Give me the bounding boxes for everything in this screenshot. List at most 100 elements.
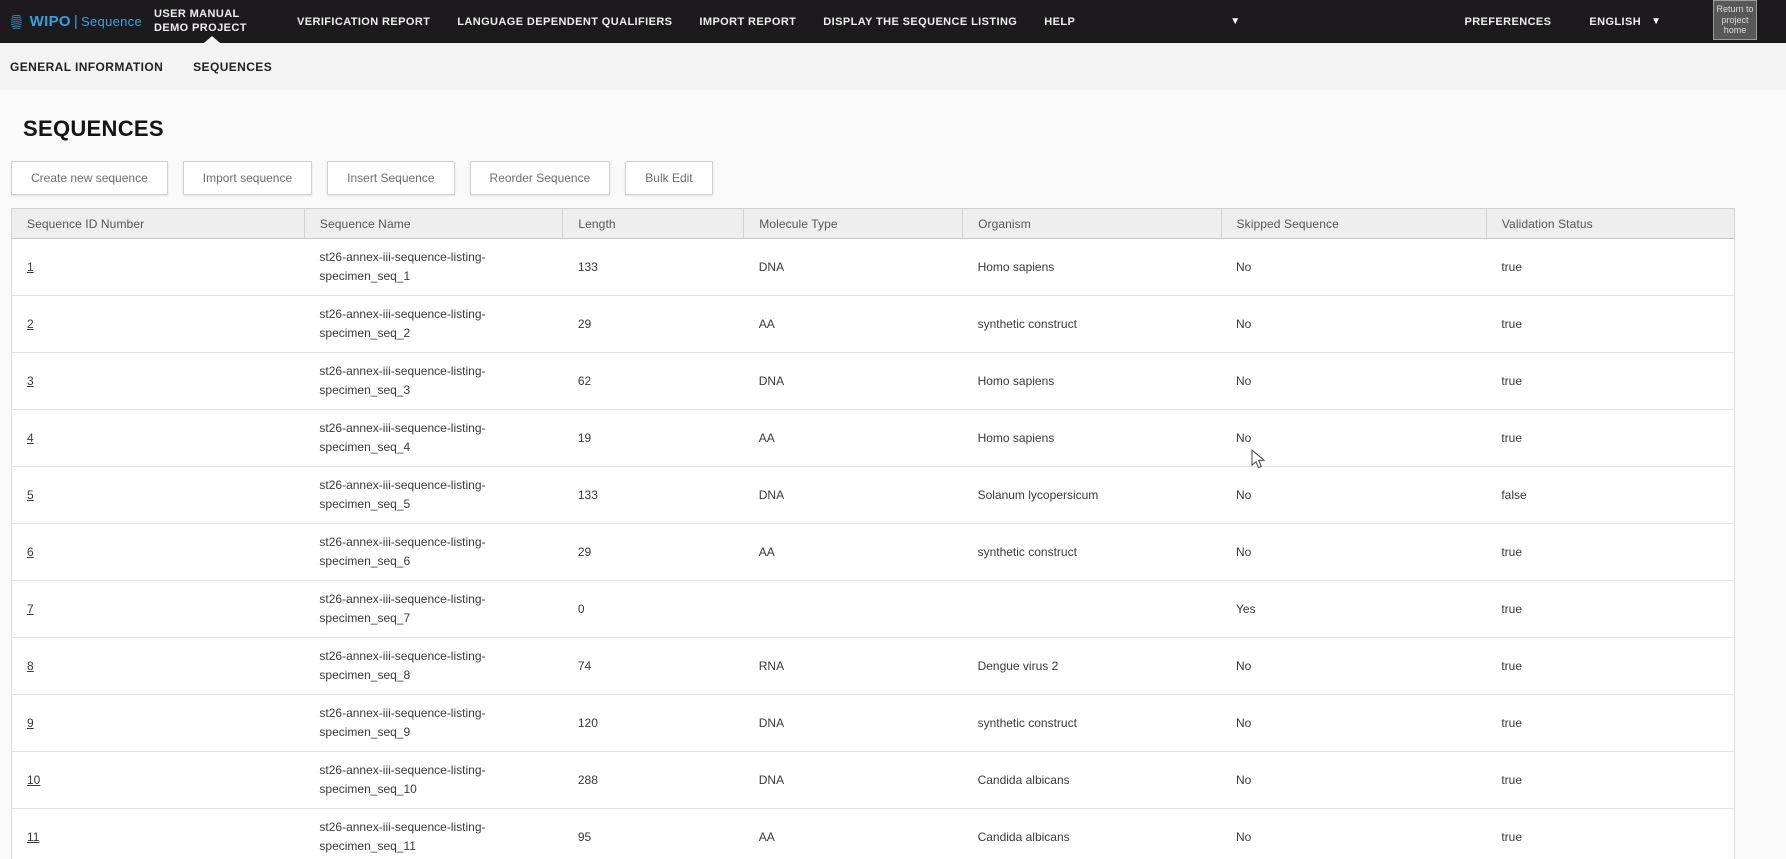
import-sequence-button[interactable]: Import sequence bbox=[183, 161, 312, 195]
cell-validation: true bbox=[1486, 296, 1734, 353]
cell-organism: synthetic construct bbox=[963, 296, 1221, 353]
cell-molecule_type: AA bbox=[744, 410, 963, 467]
sequence-id-link[interactable]: 8 bbox=[27, 659, 34, 673]
sequence-toolbar: Create new sequence Import sequence Inse… bbox=[11, 161, 1786, 195]
table-row: 2 st26-annex-iii-sequence-listing-specime… bbox=[12, 296, 1735, 353]
table-row: 4 st26-annex-iii-sequence-listing-specime… bbox=[12, 410, 1735, 467]
cell-validation: false bbox=[1486, 467, 1734, 524]
reorder-sequence-button[interactable]: Reorder Sequence bbox=[470, 161, 611, 195]
cell-length: 29 bbox=[563, 296, 744, 353]
menu-item-help[interactable]: HELP bbox=[1044, 0, 1075, 43]
cell-name: st26-annex-iii-sequence-listing-specimen… bbox=[304, 752, 562, 809]
tab-general-information[interactable]: GENERAL INFORMATION bbox=[10, 60, 163, 74]
menu-item-import-report[interactable]: IMPORT REPORT bbox=[699, 0, 796, 43]
cell-id: 3 bbox=[12, 353, 305, 410]
create-new-sequence-button[interactable]: Create new sequence bbox=[11, 161, 168, 195]
cell-name: st26-annex-iii-sequence-listing-specimen… bbox=[304, 695, 562, 752]
page-title: SEQUENCES bbox=[23, 116, 1786, 142]
cell-skipped: No bbox=[1221, 239, 1486, 296]
menu-item-language-dependent-qualifiers[interactable]: LANGUAGE DEPENDENT QUALIFIERS bbox=[457, 0, 672, 43]
cell-organism: Dengue virus 2 bbox=[963, 638, 1221, 695]
preferences-button[interactable]: PREFERENCES bbox=[1464, 0, 1551, 43]
table-row: 5 st26-annex-iii-sequence-listing-specime… bbox=[12, 467, 1735, 524]
cell-name: st26-annex-iii-sequence-listing-specimen… bbox=[304, 809, 562, 859]
cell-skipped: No bbox=[1221, 296, 1486, 353]
cell-validation: true bbox=[1486, 239, 1734, 296]
cell-molecule_type: DNA bbox=[744, 239, 963, 296]
section-tabbar: GENERAL INFORMATION SEQUENCES bbox=[0, 43, 1786, 90]
cell-organism: Homo sapiens bbox=[963, 239, 1221, 296]
cell-molecule_type: RNA bbox=[744, 638, 963, 695]
language-selector[interactable]: ENGLISH ▼ bbox=[1589, 16, 1661, 28]
cell-id: 8 bbox=[12, 638, 305, 695]
table-row: 3st26-annex-iii-sequence-listing-specime… bbox=[12, 353, 1735, 410]
cell-validation: true bbox=[1486, 581, 1734, 638]
cell-molecule_type: DNA bbox=[744, 695, 963, 752]
sequence-id-link[interactable]: 2 bbox=[27, 317, 34, 331]
cell-validation: true bbox=[1486, 410, 1734, 467]
wipo-sequence-logo[interactable]: WIPO|Sequence bbox=[10, 8, 142, 36]
cell-id: 11 bbox=[12, 809, 305, 859]
cell-name: st26-annex-iii-sequence-listing-specimen… bbox=[304, 581, 562, 638]
sequence-id-link[interactable]: 10 bbox=[27, 773, 40, 787]
cell-organism: Candida albicans bbox=[963, 809, 1221, 859]
sequence-name-text: st26-annex-iii-sequence-listing-specimen… bbox=[319, 248, 515, 285]
cell-length: 133 bbox=[563, 239, 744, 296]
insert-sequence-button[interactable]: Insert Sequence bbox=[327, 161, 454, 195]
menu-item-project[interactable]: USER MANUAL DEMO PROJECT bbox=[154, 0, 270, 43]
language-label: ENGLISH bbox=[1589, 16, 1641, 28]
sequence-id-link[interactable]: 4 bbox=[27, 431, 34, 445]
cell-skipped: No bbox=[1221, 467, 1486, 524]
cell-molecule_type: AA bbox=[744, 296, 963, 353]
cell-skipped: No bbox=[1221, 752, 1486, 809]
menu-item-display-sequence-listing[interactable]: DISPLAY THE SEQUENCE LISTING bbox=[823, 0, 1017, 43]
sequence-name-text: st26-annex-iii-sequence-listing-specimen… bbox=[319, 647, 515, 684]
cell-length: 120 bbox=[563, 695, 744, 752]
cell-molecule_type bbox=[744, 581, 963, 638]
cell-name: st26-annex-iii-sequence-listing-specimen… bbox=[304, 296, 562, 353]
sequence-id-link[interactable]: 3 bbox=[27, 374, 34, 388]
cell-validation: true bbox=[1486, 695, 1734, 752]
sequence-id-link[interactable]: 9 bbox=[27, 716, 34, 730]
menu-item-verification-report[interactable]: VERIFICATION REPORT bbox=[297, 0, 430, 43]
cell-skipped: No bbox=[1221, 410, 1486, 467]
cell-length: 74 bbox=[563, 638, 744, 695]
cell-length: 288 bbox=[563, 752, 744, 809]
cell-name: st26-annex-iii-sequence-listing-specimen… bbox=[304, 467, 562, 524]
menu-overflow-chevron-down-icon[interactable]: ▼ bbox=[1230, 16, 1240, 27]
cell-organism: Homo sapiens bbox=[963, 353, 1221, 410]
cell-id: 1 bbox=[12, 239, 305, 296]
cell-length: 19 bbox=[563, 410, 744, 467]
sequence-name-text: st26-annex-iii-sequence-listing-specimen… bbox=[319, 590, 515, 627]
cell-name: st26-annex-iii-sequence-listing-specimen… bbox=[304, 638, 562, 695]
cell-name: st26-annex-iii-sequence-listing-specimen… bbox=[304, 239, 562, 296]
main-menu: USER MANUAL DEMO PROJECT VERIFICATION RE… bbox=[154, 0, 1240, 43]
cell-skipped: No bbox=[1221, 524, 1486, 581]
bulk-edit-button[interactable]: Bulk Edit bbox=[625, 161, 712, 195]
tab-sequences[interactable]: SEQUENCES bbox=[193, 60, 272, 74]
cell-id: 4 bbox=[12, 410, 305, 467]
cell-organism: Candida albicans bbox=[963, 752, 1221, 809]
return-to-project-home-button[interactable]: Return to project home bbox=[1713, 0, 1757, 40]
language-chevron-down-icon: ▼ bbox=[1651, 16, 1661, 27]
sequence-id-link[interactable]: 1 bbox=[27, 260, 34, 274]
sequence-name-text: st26-annex-iii-sequence-listing-specimen… bbox=[319, 305, 515, 342]
cell-skipped: Yes bbox=[1221, 581, 1486, 638]
column-header-molecule-type: Molecule Type bbox=[744, 209, 963, 239]
top-navigation-bar: WIPO|Sequence USER MANUAL DEMO PROJECT V… bbox=[0, 0, 1786, 43]
sequence-id-link[interactable]: 7 bbox=[27, 602, 34, 616]
sequence-name-text: st26-annex-iii-sequence-listing-specimen… bbox=[319, 818, 515, 855]
cell-molecule_type: DNA bbox=[744, 752, 963, 809]
sequence-id-link[interactable]: 6 bbox=[27, 545, 34, 559]
column-header-sequence-id: Sequence ID Number bbox=[12, 209, 305, 239]
sequence-id-link[interactable]: 11 bbox=[27, 830, 39, 844]
sequence-id-link[interactable]: 5 bbox=[27, 488, 34, 502]
cell-id: 7 bbox=[12, 581, 305, 638]
cell-length: 62 bbox=[563, 353, 744, 410]
cell-name: st26-annex-iii-sequence-listing-specimen… bbox=[304, 524, 562, 581]
table-row: 10 st26-annex-iii-sequence-listing-specim… bbox=[12, 752, 1735, 809]
main-content: ‹ SEQUENCES Create new sequence Import s… bbox=[0, 116, 1786, 859]
cell-name: st26-annex-iii-sequence-listing-specimen… bbox=[304, 410, 562, 467]
column-header-skipped-sequence: Skipped Sequence bbox=[1221, 209, 1486, 239]
sequence-name-text: st26-annex-iii-sequence-listing-specimen… bbox=[319, 476, 515, 513]
